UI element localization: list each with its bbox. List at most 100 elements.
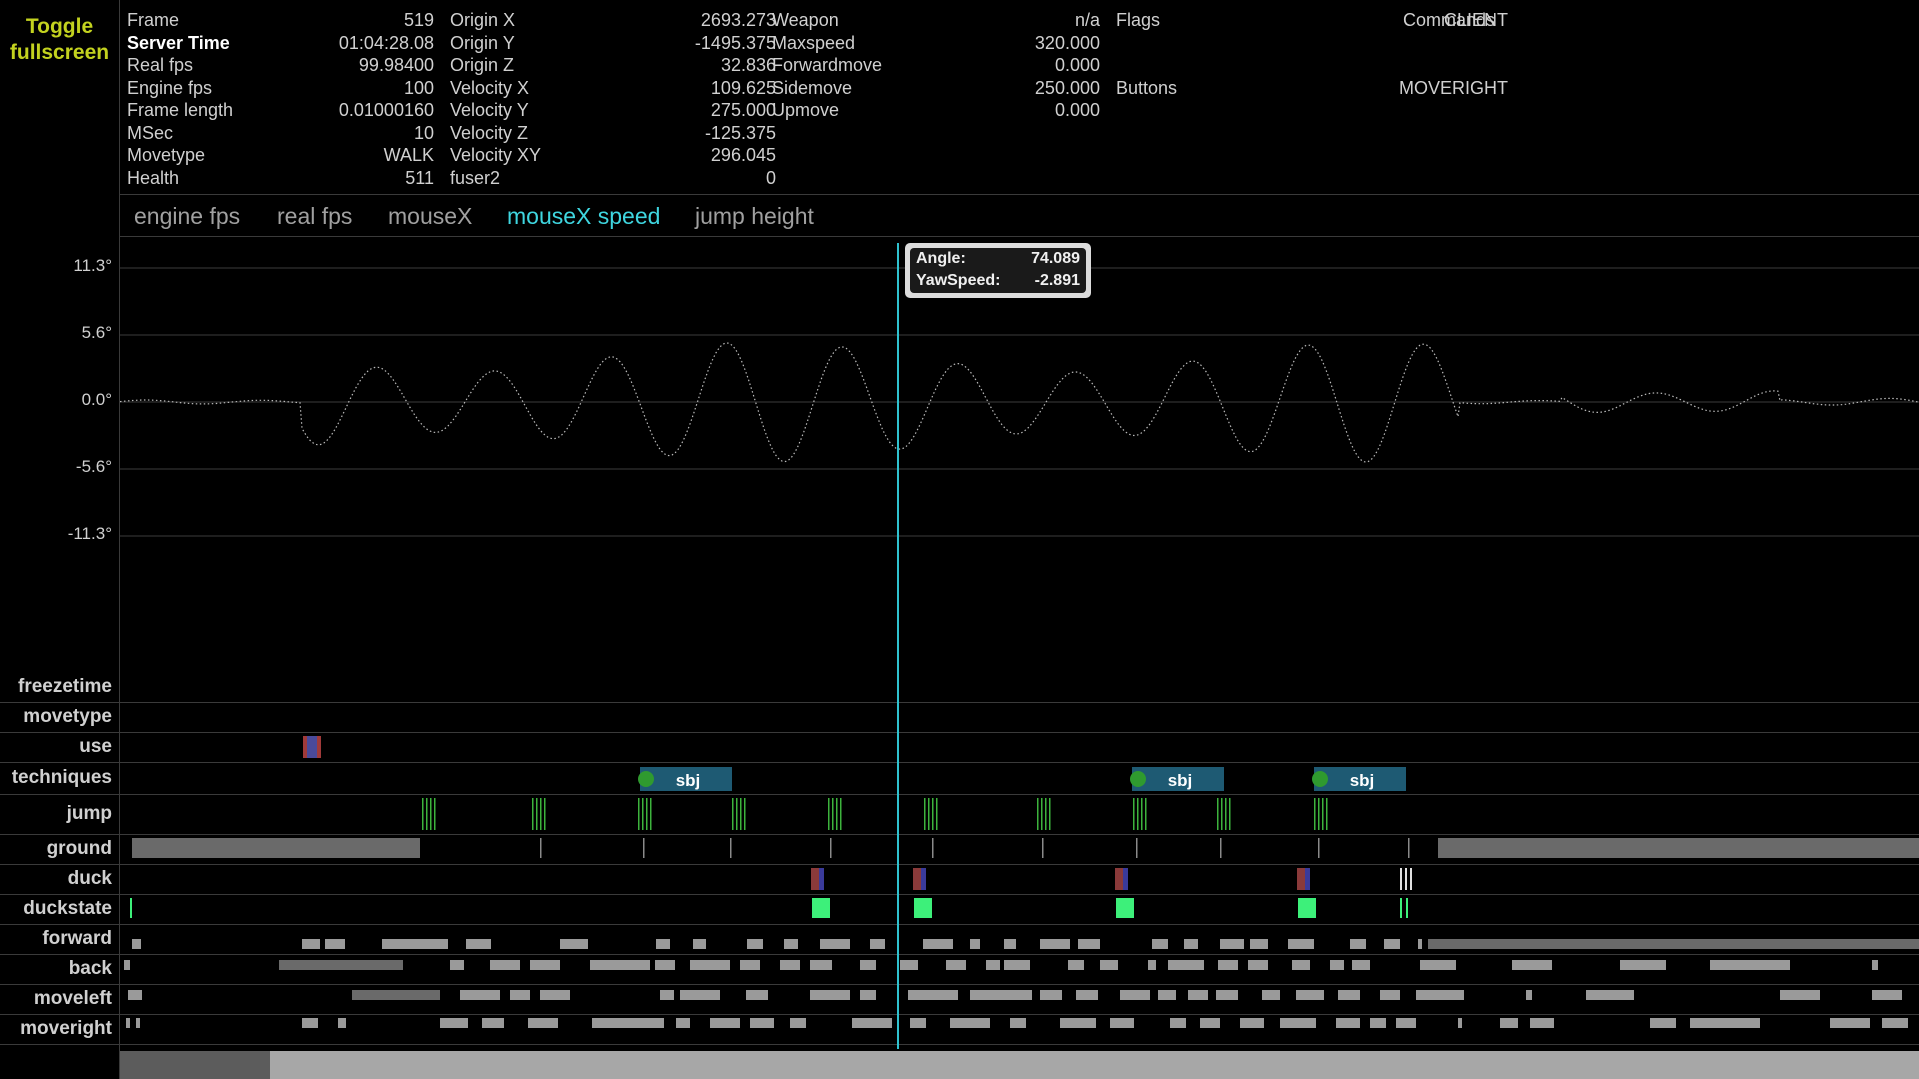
moveright-mark (136, 1018, 140, 1028)
back-mark (1068, 960, 1084, 970)
moveleft-mark (908, 990, 958, 1000)
forward-mark (784, 939, 798, 949)
ground-tick (1408, 838, 1410, 858)
track-marks: sbj sbj sbj (124, 736, 1919, 1028)
forward-mark (820, 939, 850, 949)
back-mark (860, 960, 876, 970)
moveright-mark (676, 1018, 690, 1028)
back-mark (1100, 960, 1118, 970)
jump-mark (434, 798, 436, 830)
moveleft-mark (510, 990, 530, 1000)
jump-mark (1229, 798, 1231, 830)
duckstate-mark (130, 898, 132, 918)
moveleft-mark (810, 990, 850, 1000)
jump-mark (1221, 798, 1223, 830)
tooltip-angle-label: Angle: (916, 250, 966, 267)
moveright-mark (1336, 1018, 1360, 1028)
back-mark (1512, 960, 1552, 970)
moveright-mark (482, 1018, 504, 1028)
forward-mark (970, 939, 980, 949)
back-mark (1330, 960, 1344, 970)
moveright-mark (1396, 1018, 1416, 1028)
ground-tick (1220, 838, 1222, 858)
duck-mark (1123, 868, 1128, 890)
back-mark (690, 960, 730, 970)
jump-mark (638, 798, 640, 830)
moveright-mark (710, 1018, 740, 1028)
moveright-mark (1530, 1018, 1554, 1028)
technique-label: sbj (1350, 771, 1375, 790)
technique-label: sbj (1168, 771, 1193, 790)
moveright-mark (338, 1018, 346, 1028)
moveright-mark (1060, 1018, 1096, 1028)
moveleft-mark (1526, 990, 1532, 1000)
moveright-mark (1110, 1018, 1134, 1028)
jump-mark (924, 798, 926, 830)
jump-mark (544, 798, 546, 830)
moveleft-mark (1076, 990, 1098, 1000)
jump-mark (840, 798, 842, 830)
back-mark (1620, 960, 1666, 970)
jump-mark (828, 798, 830, 830)
jump-mark (1314, 798, 1316, 830)
forward-mark (1288, 939, 1314, 949)
moveleft-mark (1010, 990, 1032, 1000)
duck-mark (921, 868, 926, 890)
back-mark (590, 960, 650, 970)
moveleft-mark (460, 990, 500, 1000)
moveright-mark (1280, 1018, 1316, 1028)
duck-mark (1305, 868, 1310, 890)
forward-mark (747, 939, 763, 949)
moveleft-mark (1216, 990, 1238, 1000)
back-mark (450, 960, 464, 970)
jump-mark (832, 798, 834, 830)
back-mark (1352, 960, 1370, 970)
moveright-mark (302, 1018, 318, 1028)
moveleft-mark (660, 990, 674, 1000)
moveright-mark (440, 1018, 468, 1028)
back-mark (810, 960, 832, 970)
tooltip-yaw-value: -2.891 (1034, 272, 1080, 289)
moveleft-mark (1120, 990, 1150, 1000)
jump-mark (642, 798, 644, 830)
timeline-scrollbar[interactable] (120, 1051, 1919, 1079)
forward-mark (560, 939, 588, 949)
moveleft-mark (1586, 990, 1634, 1000)
jump-mark (540, 798, 542, 830)
jump-mark (1217, 798, 1219, 830)
forward-mark (870, 939, 885, 949)
moveright-mark (1882, 1018, 1908, 1028)
jump-mark (1049, 798, 1051, 830)
duckstate-block (1116, 898, 1134, 918)
duckstate-block (1298, 898, 1316, 918)
back-mark (490, 960, 520, 970)
forward-mark (1152, 939, 1168, 949)
moveleft-mark (1040, 990, 1062, 1000)
forward-mark (1250, 939, 1268, 949)
ground-tick (643, 838, 645, 858)
moveleft-mark (128, 990, 142, 1000)
back-mark (780, 960, 800, 970)
back-mark (530, 960, 560, 970)
moveright-mark (592, 1018, 664, 1028)
back-mark (124, 960, 130, 970)
moveleft-mark (352, 990, 440, 1000)
back-mark (946, 960, 966, 970)
moveright-mark (1200, 1018, 1220, 1028)
jump-mark (1225, 798, 1227, 830)
ground-tick (830, 838, 832, 858)
moveright-mark (1010, 1018, 1026, 1028)
back-mark (1004, 960, 1030, 970)
duck-mark (819, 868, 824, 890)
scrollbar-thumb[interactable] (120, 1051, 270, 1079)
jump-mark (650, 798, 652, 830)
moveleft-mark (1296, 990, 1324, 1000)
ground-tick (1042, 838, 1044, 858)
back-mark (740, 960, 760, 970)
moveright-mark (528, 1018, 558, 1028)
forward-mark (1184, 939, 1198, 949)
moveleft-mark (970, 990, 1010, 1000)
moveright-mark (950, 1018, 990, 1028)
time-cursor[interactable] (897, 243, 899, 1049)
back-mark (1168, 960, 1204, 970)
